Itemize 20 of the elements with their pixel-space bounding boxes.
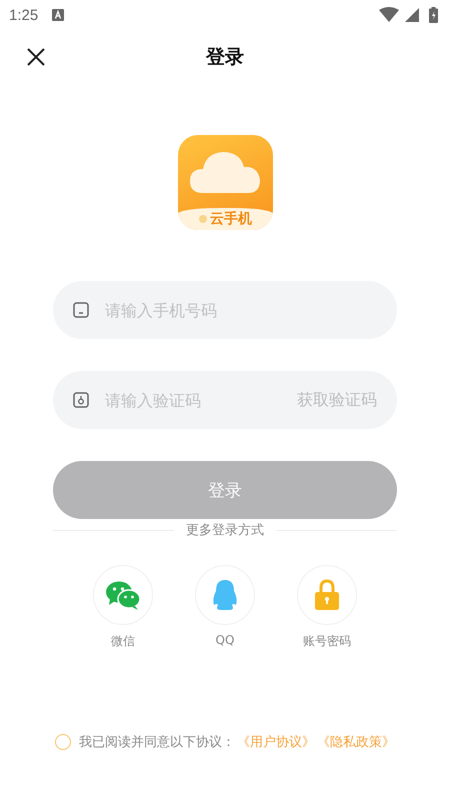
phone-icon (73, 302, 89, 318)
close-button[interactable] (26, 47, 46, 67)
logo-caption: 云手机 (210, 210, 252, 228)
signal-icon (405, 8, 419, 22)
agreement-checkbox[interactable] (55, 734, 71, 750)
lock-icon (73, 392, 89, 408)
agreement-link[interactable]: 《隐私政策》 (317, 733, 395, 751)
status-time: 1:25 (9, 6, 38, 24)
more-methods-label: 更多登录方式 (186, 522, 264, 539)
page-title: 登录 (206, 45, 244, 70)
get-code-button[interactable]: 获取验证码 (297, 390, 377, 410)
keyboard-icon (52, 9, 64, 21)
agreement-text: 我已阅读并同意以下协议： (79, 734, 235, 751)
cloud-drawing (190, 152, 260, 193)
wifi-icon (379, 7, 399, 23)
padlock-icon (314, 579, 340, 611)
battery-icon (429, 7, 438, 23)
chat-bubbles-icon (105, 580, 141, 610)
agreement-link[interactable]: 《用户协议》 (237, 733, 315, 751)
penguin-icon (212, 579, 238, 611)
